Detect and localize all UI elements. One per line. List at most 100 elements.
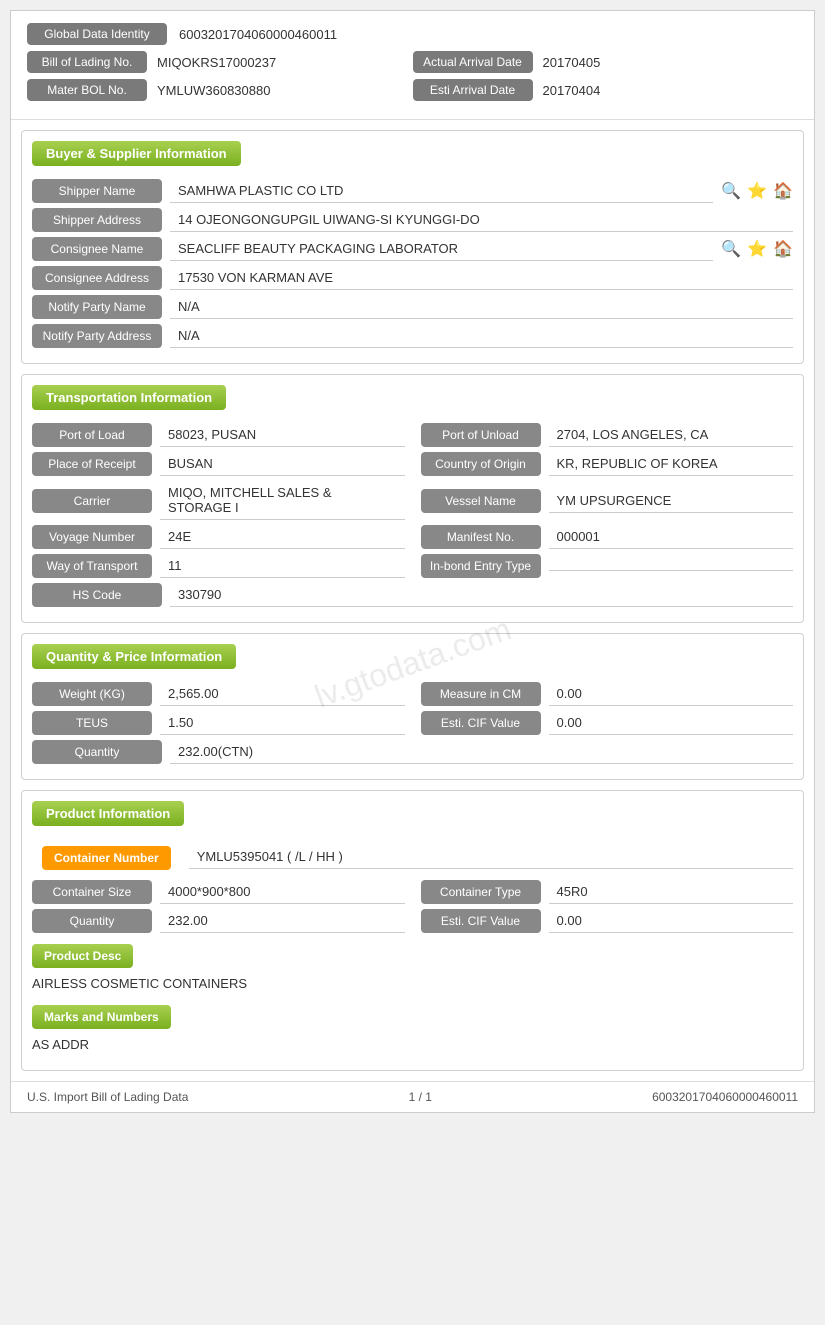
weight-measure-row: Weight (KG) 2,565.00 Measure in CM 0.00 [32, 682, 793, 706]
shipper-address-row: Shipper Address 14 OJEONGONGUPGIL UIWANG… [32, 208, 793, 232]
measure-label: Measure in CM [421, 682, 541, 706]
quantity-value: 232.00(CTN) [170, 740, 793, 764]
footer: U.S. Import Bill of Lading Data 1 / 1 60… [11, 1081, 814, 1112]
way-transport-label: Way of Transport [32, 554, 152, 578]
container-size-label: Container Size [32, 880, 152, 904]
shipper-search-icon[interactable]: 🔍 [721, 181, 741, 201]
weight-half: Weight (KG) 2,565.00 [32, 682, 405, 706]
bill-lading-label: Bill of Lading No. [27, 51, 147, 73]
marks-numbers-text: AS ADDR [32, 1037, 793, 1052]
shipper-star-icon[interactable]: ⭐ [747, 181, 767, 201]
container-number-badge: Container Number [42, 846, 171, 870]
weight-label: Weight (KG) [32, 682, 152, 706]
transportation-header: Transportation Information [32, 385, 226, 410]
quantity-price-section: Quantity & Price Information Weight (KG)… [21, 633, 804, 780]
weight-value: 2,565.00 [160, 682, 405, 706]
consignee-star-icon[interactable]: ⭐ [747, 239, 767, 259]
vessel-name-label: Vessel Name [421, 489, 541, 513]
consignee-address-row: Consignee Address 17530 VON KARMAN AVE [32, 266, 793, 290]
product-desc-badge: Product Desc [32, 944, 133, 968]
bill-lading-half: Bill of Lading No. MIQOKRS17000237 [27, 51, 413, 73]
container-size-half: Container Size 4000*900*800 [32, 880, 405, 904]
mater-esti-row: Mater BOL No. YMLUW360830880 Esti Arriva… [27, 79, 798, 101]
teus-label: TEUS [32, 711, 152, 735]
esti-cif-value: 0.00 [549, 711, 794, 735]
voyage-half: Voyage Number 24E [32, 525, 405, 549]
teus-half: TEUS 1.50 [32, 711, 405, 735]
shipper-home-icon[interactable]: 🏠 [773, 181, 793, 201]
global-data-value: 600320170406000046001​1 [179, 27, 337, 42]
prod-esti-cif-half: Esti. CIF Value 0.00 [421, 909, 794, 933]
consignee-address-value: 17530 VON KARMAN AVE [170, 266, 793, 290]
footer-center: 1 / 1 [409, 1090, 432, 1104]
actual-arrival-label: Actual Arrival Date [413, 51, 533, 73]
product-desc-badge-wrap: Product Desc [22, 938, 803, 972]
voyage-number-value: 24E [160, 525, 405, 549]
esti-arrival-half: Esti Arrival Date 20170404 [413, 79, 799, 101]
container-size-value: 4000*900*800 [160, 880, 405, 904]
shipper-name-value: SAMHWA PLASTIC CO LTD [170, 179, 713, 203]
voyage-manifest-row: Voyage Number 24E Manifest No. 000001 [32, 525, 793, 549]
consignee-name-value: SEACLIFF BEAUTY PACKAGING LABORATOR [170, 237, 713, 261]
buyer-supplier-header: Buyer & Supplier Information [32, 141, 241, 166]
prod-quantity-cif-row: Quantity 232.00 Esti. CIF Value 0.00 [32, 909, 793, 933]
measure-half: Measure in CM 0.00 [421, 682, 794, 706]
consignee-home-icon[interactable]: 🏠 [773, 239, 793, 259]
bill-lading-value: MIQOKRS17000237 [157, 55, 276, 70]
manifest-no-value: 000001 [549, 525, 794, 549]
port-row: Port of Load 58023, PUSAN Port of Unload… [32, 423, 793, 447]
mater-bol-value: YMLUW360830880 [157, 83, 270, 98]
measure-value: 0.00 [549, 682, 794, 706]
notify-party-address-label: Notify Party Address [32, 324, 162, 348]
global-data-label: Global Data Identity [27, 23, 167, 45]
notify-party-address-value: N/A [170, 324, 793, 348]
place-receipt-label: Place of Receipt [32, 452, 152, 476]
product-desc-text: AIRLESS COSMETIC CONTAINERS [32, 976, 793, 991]
bill-arrival-row: Bill of Lading No. MIQOKRS17000237 Actua… [27, 51, 798, 73]
quantity-price-header: Quantity & Price Information [32, 644, 236, 669]
port-unload-value: 2704, LOS ANGELES, CA [549, 423, 794, 447]
shipper-name-icons: 🔍 ⭐ 🏠 [721, 181, 793, 201]
footer-left: U.S. Import Bill of Lading Data [27, 1090, 188, 1104]
way-transport-half: Way of Transport 11 [32, 554, 405, 578]
actual-arrival-half: Actual Arrival Date 20170405 [413, 51, 799, 73]
consignee-name-icons: 🔍 ⭐ 🏠 [721, 239, 793, 259]
prod-esti-cif-label: Esti. CIF Value [421, 909, 541, 933]
place-receipt-half: Place of Receipt BUSAN [32, 452, 405, 476]
country-origin-half: Country of Origin KR, REPUBLIC OF KOREA [421, 452, 794, 476]
buyer-supplier-section: Buyer & Supplier Information Shipper Nam… [21, 130, 804, 364]
shipper-address-value: 14 OJEONGONGUPGIL UIWANG-SI KYUNGGI-DO [170, 208, 793, 232]
notify-party-name-label: Notify Party Name [32, 295, 162, 319]
container-type-half: Container Type 45R0 [421, 880, 794, 904]
consignee-address-label: Consignee Address [32, 266, 162, 290]
carrier-label: Carrier [32, 489, 152, 513]
consignee-search-icon[interactable]: 🔍 [721, 239, 741, 259]
consignee-name-label: Consignee Name [32, 237, 162, 261]
in-bond-value [549, 562, 794, 571]
shipper-name-row: Shipper Name SAMHWA PLASTIC CO LTD 🔍 ⭐ 🏠 [32, 179, 793, 203]
mater-bol-half: Mater BOL No. YMLUW360830880 [27, 79, 413, 101]
notify-party-address-row: Notify Party Address N/A [32, 324, 793, 348]
actual-arrival-value: 20170405 [543, 55, 601, 70]
carrier-value: MIQO, MITCHELL SALES & STORAGE I [160, 481, 405, 520]
carrier-half: Carrier MIQO, MITCHELL SALES & STORAGE I [32, 481, 405, 520]
notify-party-name-row: Notify Party Name N/A [32, 295, 793, 319]
consignee-name-row: Consignee Name SEACLIFF BEAUTY PACKAGING… [32, 237, 793, 261]
esti-cif-label: Esti. CIF Value [421, 711, 541, 735]
way-transport-value: 11 [160, 554, 405, 578]
container-size-type-row: Container Size 4000*900*800 Container Ty… [32, 880, 793, 904]
port-unload-label: Port of Unload [421, 423, 541, 447]
hs-code-label: HS Code [32, 583, 162, 607]
teus-cif-row: TEUS 1.50 Esti. CIF Value 0.00 [32, 711, 793, 735]
product-info-section: Product Information Container Number YML… [21, 790, 804, 1071]
quantity-row: Quantity 232.00(CTN) [32, 740, 793, 764]
vessel-name-value: YM UPSURGENCE [549, 489, 794, 513]
place-receipt-value: BUSAN [160, 452, 405, 476]
container-number-value: YMLU5395041 ( /L / HH ) [189, 845, 793, 869]
prod-quantity-value: 232.00 [160, 909, 405, 933]
receipt-origin-row: Place of Receipt BUSAN Country of Origin… [32, 452, 793, 476]
mater-bol-label: Mater BOL No. [27, 79, 147, 101]
product-info-header: Product Information [32, 801, 184, 826]
manifest-no-label: Manifest No. [421, 525, 541, 549]
hs-code-value: 330790 [170, 583, 793, 607]
